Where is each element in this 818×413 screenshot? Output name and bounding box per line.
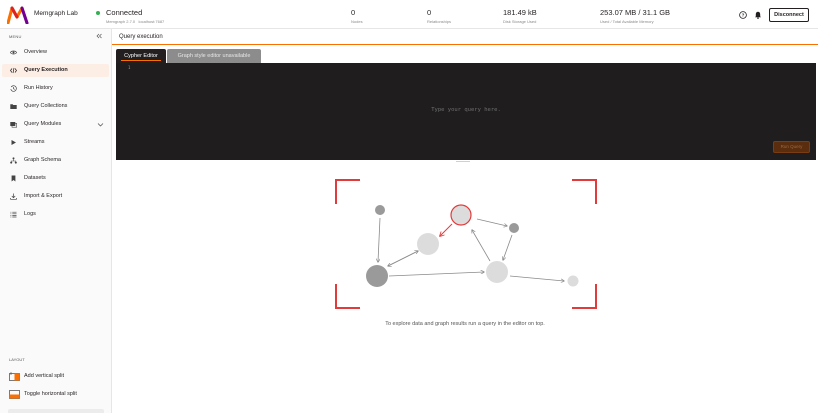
query-placeholder: Type your query here. (431, 107, 501, 113)
memgraph-version: Memgraph 2.7.0 (106, 19, 136, 24)
graph-node (486, 261, 508, 283)
toggle-horizontal-split-button[interactable]: Toggle horizontal split (9, 389, 109, 400)
sidebar-item-overview[interactable]: Overview (2, 46, 109, 59)
empty-state-message: To explore data and graph results run a … (385, 321, 545, 327)
frame-corner (572, 284, 597, 309)
graph-edge (472, 230, 491, 262)
tab-label: Graph style editor unavailable (177, 53, 251, 59)
stat-value: 0 (427, 8, 432, 17)
sidebar-item-streams[interactable]: Streams (2, 136, 109, 149)
stat-label: Nodes (351, 19, 363, 24)
graph-node (509, 223, 519, 233)
graph-edge (388, 272, 484, 277)
graph-node (567, 275, 579, 287)
download-icon (10, 193, 17, 200)
sidebar-item-query-collections[interactable]: Query Collections (2, 100, 109, 113)
bookmark-icon (11, 175, 16, 182)
history-icon (10, 85, 17, 92)
bell-icon[interactable] (754, 11, 762, 19)
svg-text:?: ? (742, 13, 745, 18)
line-number: 1 (128, 65, 131, 70)
connection-status: Connected (106, 8, 143, 17)
connection-host: localhost:7687 (138, 19, 165, 24)
stat-nodes: 0 Nodes (351, 8, 363, 24)
sidebar-item-label: Overview (24, 49, 47, 55)
editor-resize-handle[interactable] (456, 161, 470, 162)
disconnect-button[interactable]: Disconnect (769, 8, 809, 22)
frame-corner (335, 284, 360, 309)
sidebar-item-label: Logs (24, 211, 36, 217)
eye-icon (10, 50, 17, 55)
schema-icon (10, 157, 17, 164)
collapse-sidebar-icon[interactable] (96, 33, 102, 39)
sidebar-item-label: Graph Schema (24, 157, 61, 163)
sidebar-item-label: Datasets (24, 175, 46, 181)
sidebar-item-label: Query Modules (24, 121, 62, 127)
sidebar-footer-stub (8, 409, 104, 413)
vertical-split-icon (9, 372, 20, 381)
sidebar-item-import-export[interactable]: Import & Export (2, 190, 109, 203)
frame-corner (572, 179, 597, 204)
tab-graph-style-editor[interactable]: Graph style editor unavailable (167, 49, 261, 63)
layout-item-label: Toggle horizontal split (24, 391, 77, 397)
graph-edge (476, 218, 507, 226)
horizontal-split-icon (9, 390, 20, 399)
page-title: Query execution (119, 34, 163, 40)
stat-value: 0 (351, 8, 356, 17)
stat-label: Relationships (427, 19, 452, 24)
layout-item-label: Add vertical split (24, 373, 65, 379)
sidebar-item-datasets[interactable]: Datasets (2, 172, 109, 185)
sidebar-item-label: Streams (24, 139, 45, 145)
sidebar-item-label: Query Collections (24, 103, 68, 109)
run-query-button[interactable]: Run Query (773, 141, 810, 153)
stat-value: 181.49 kB (503, 8, 537, 17)
graph-edge (388, 250, 419, 266)
stat-disk-storage: 181.49 kB Disk Storage Used (503, 8, 537, 24)
graph-edge (378, 217, 381, 262)
sidebar-item-label: Query Execution (24, 67, 68, 73)
top-header: Memgraph Lab Connected Memgraph 2.7.0 lo… (0, 0, 818, 29)
tab-cypher-editor[interactable]: Cypher Editor (116, 49, 166, 63)
connection-details: Memgraph 2.7.0 localhost:7687 (106, 19, 164, 24)
stat-memory: 253.07 MB / 31.1 GB Used / Total Availab… (600, 8, 670, 24)
chevron-down-icon[interactable] (97, 121, 104, 128)
code-icon (10, 67, 17, 74)
layout-section-label: LAYOUT (9, 357, 25, 362)
graph-node (375, 205, 385, 215)
graph-node (417, 233, 439, 255)
list-icon (10, 211, 17, 218)
memgraph-logo (7, 6, 29, 24)
active-tab-indicator (121, 60, 161, 61)
cypher-editor[interactable]: 1 Type your query here. Run Query (116, 63, 816, 160)
connection-status-dot (96, 11, 100, 15)
sidebar-item-graph-schema[interactable]: Graph Schema (2, 154, 109, 167)
stat-label: Used / Total Available Memory (600, 19, 654, 24)
sidebar: MENU Overview Query Execution Run Histor… (0, 29, 112, 413)
sidebar-item-logs[interactable]: Logs (2, 208, 109, 221)
empty-graph-illustration (335, 179, 597, 309)
frame-corner (335, 179, 360, 204)
play-icon (11, 140, 16, 145)
stat-relationships: 0 Relationships (427, 8, 451, 24)
accent-divider (112, 44, 818, 45)
menu-section-label: MENU (9, 34, 22, 39)
sidebar-item-query-execution[interactable]: Query Execution (2, 64, 109, 77)
sidebar-item-label: Run History (24, 85, 53, 91)
app-title: Memgraph Lab (34, 10, 78, 17)
stat-value: 253.07 MB / 31.1 GB (600, 8, 671, 17)
tab-label: Cypher Editor (124, 53, 158, 59)
add-vertical-split-button[interactable]: Add vertical split (9, 371, 109, 382)
graph-edge (509, 275, 564, 281)
graph-node-selected (450, 204, 472, 226)
graph-edge (440, 223, 453, 236)
sidebar-item-query-modules[interactable]: Query Modules (2, 118, 109, 131)
folder-icon (10, 104, 17, 109)
graph-edge (503, 234, 513, 260)
stat-label: Disk Storage Used (503, 19, 537, 24)
graph-node (366, 265, 388, 287)
help-icon[interactable]: ? (739, 11, 747, 19)
modules-icon (10, 122, 17, 128)
sidebar-item-label: Import & Export (24, 193, 63, 199)
sidebar-item-run-history[interactable]: Run History (2, 82, 109, 95)
